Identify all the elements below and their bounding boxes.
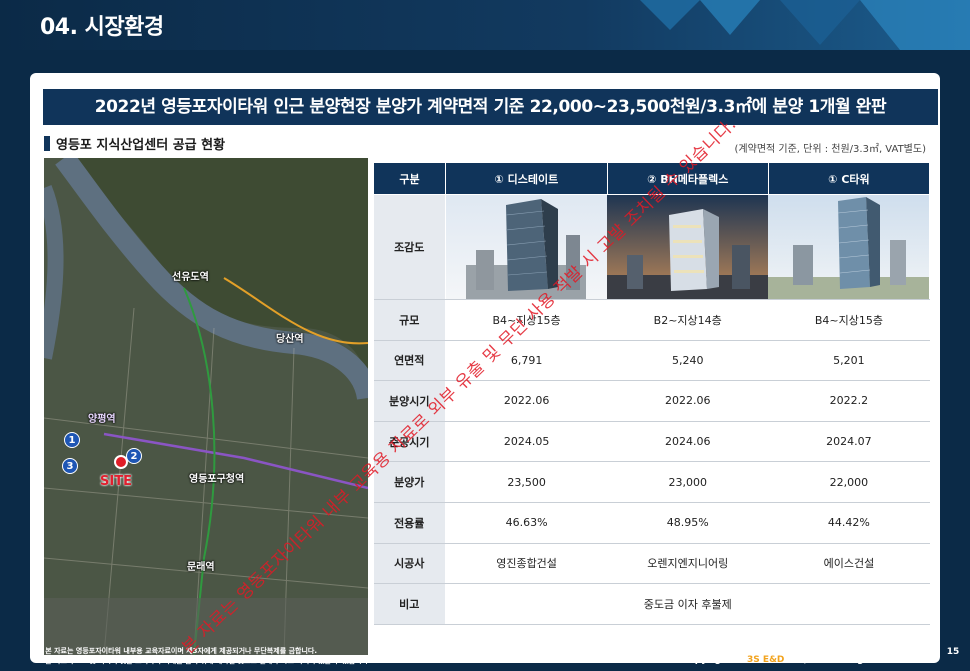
- table-cell: B2~지상14층: [607, 299, 769, 341]
- site-pin-icon: [114, 455, 128, 469]
- table-cell: 23,000: [607, 461, 769, 503]
- footer-note: ※ 본 자료의 CG 및 이미지 컷은 소비자의 이해를 돕기 위해 제작된 것…: [36, 657, 371, 665]
- table-cell: 5,240: [607, 340, 769, 382]
- table-row: 준공시기 2024.05 2024.06 2024.07: [373, 421, 930, 463]
- table-cell: 2024.05: [445, 421, 608, 463]
- table-header: 구분: [373, 162, 446, 195]
- table-cell: [768, 583, 930, 625]
- top-bar: 04. 시장환경: [0, 0, 970, 50]
- supply-table: 구분 ① 디스테이트 ② BH메타플렉스 ① C타워 조감도 규모 B4~지상1…: [373, 162, 931, 625]
- table-header: ① C타워: [767, 162, 931, 195]
- footer-notes: ※ 본 자료는 영등포자이타워 내부용 교육자료이며 제3자에게 제공되거나 무…: [36, 646, 371, 666]
- map-marker-3: 3: [62, 458, 78, 474]
- headline-banner: 2022년 영등포자이타워 인근 분양현장 분양가 계약면적 기준 22,000…: [43, 89, 938, 125]
- table-header: ② BH메타플렉스: [606, 162, 769, 195]
- row-label: 전용률: [373, 502, 446, 544]
- rendering-cell: [607, 194, 769, 300]
- table-cell: 에이스건설: [768, 543, 930, 585]
- table-cell: [445, 583, 608, 625]
- section-title-text: 영등포 지식산업센터 공급 현황: [56, 138, 226, 153]
- table-header: ① 디스테이트: [445, 162, 608, 195]
- footer-note: ※ 본 자료는 영등포자이타워 내부용 교육자료이며 제3자에게 제공되거나 무…: [36, 647, 317, 655]
- page-title: 04. 시장환경: [40, 15, 164, 40]
- station-label: 양평역: [88, 414, 116, 425]
- table-row: 분양시기 2022.06 2022.06 2022.2: [373, 380, 930, 422]
- table-cell: 오렌지엔지니어링: [607, 543, 769, 585]
- table-row: 비고 중도금 이자 후불제: [373, 583, 930, 625]
- copyright: Copyright © 3S E&D Co., Ltd. All rights …: [682, 655, 931, 665]
- table-cell: 23,500: [445, 461, 608, 503]
- section-title: 영등포 지식산업센터 공급 현황: [44, 134, 225, 153]
- building-rendering-3: [768, 195, 930, 299]
- station-label: 영등포구청역: [189, 474, 245, 485]
- table-cell: 2022.06: [607, 380, 769, 422]
- table-cell: B4~지상15층: [768, 299, 930, 341]
- table-cell: 5,201: [768, 340, 930, 382]
- table-cell: 2022.2: [768, 380, 930, 422]
- map-graphic: [44, 158, 368, 655]
- table-cell: 2024.07: [768, 421, 930, 463]
- rendering-cell: [768, 194, 930, 300]
- building-rendering-2: [607, 195, 769, 299]
- station-label: 문래역: [187, 562, 215, 573]
- row-label: 분양가: [373, 461, 446, 503]
- site-label: SITE: [100, 474, 132, 489]
- table-cell: 영진종합건설: [445, 543, 608, 585]
- station-label: 당산역: [276, 334, 304, 345]
- table-cell: 6,791: [445, 340, 608, 382]
- table-row: 시공사 영진종합건설 오렌지엔지니어링 에이스건설: [373, 543, 930, 585]
- table-row: 조감도: [373, 194, 930, 300]
- section-marker: [44, 136, 50, 151]
- table-header-row: 구분 ① 디스테이트 ② BH메타플렉스 ① C타워: [373, 162, 931, 195]
- table-cell: 2024.06: [607, 421, 769, 463]
- map-marker-2: 2: [126, 448, 142, 464]
- table-cell: 44.42%: [768, 502, 930, 544]
- table-row: 규모 B4~지상15층 B2~지상14층 B4~지상15층: [373, 299, 930, 341]
- table-cell: 22,000: [768, 461, 930, 503]
- table-row: 전용률 46.63% 48.95% 44.42%: [373, 502, 930, 544]
- area-map: 선유도역 당산역 양평역 영등포구청역 문래역 1 2 3: [44, 158, 368, 655]
- row-label: 연면적: [373, 340, 446, 382]
- row-label: 비고: [373, 583, 446, 625]
- copyright-prefix: Copyright ©: [682, 655, 744, 665]
- unit-note: (계약면적 기준, 단위 : 천원/3.3㎡, VAT별도): [734, 144, 926, 155]
- table-cell: 48.95%: [607, 502, 769, 544]
- table-cell: 2022.06: [445, 380, 608, 422]
- row-label: 조감도: [373, 194, 446, 300]
- table-row: 분양가 23,500 23,000 22,000: [373, 461, 930, 503]
- table-row: 연면적 6,791 5,240 5,201: [373, 340, 930, 382]
- brand-name: 3S E&D: [747, 655, 785, 665]
- row-label: 분양시기: [373, 380, 446, 422]
- row-label: 규모: [373, 299, 446, 341]
- row-label: 시공사: [373, 543, 446, 585]
- map-marker-1: 1: [64, 432, 80, 448]
- row-label: 준공시기: [373, 421, 446, 463]
- building-rendering-1: [446, 195, 608, 299]
- table-cell: B4~지상15층: [445, 299, 608, 341]
- page-number: 15: [946, 647, 960, 657]
- table-cell: 중도금 이자 후불제: [607, 583, 769, 625]
- station-label: 선유도역: [172, 272, 209, 283]
- table-cell: 46.63%: [445, 502, 608, 544]
- rendering-cell: [445, 194, 608, 300]
- copyright-suffix: Co., Ltd. All rights reserved.: [787, 655, 932, 665]
